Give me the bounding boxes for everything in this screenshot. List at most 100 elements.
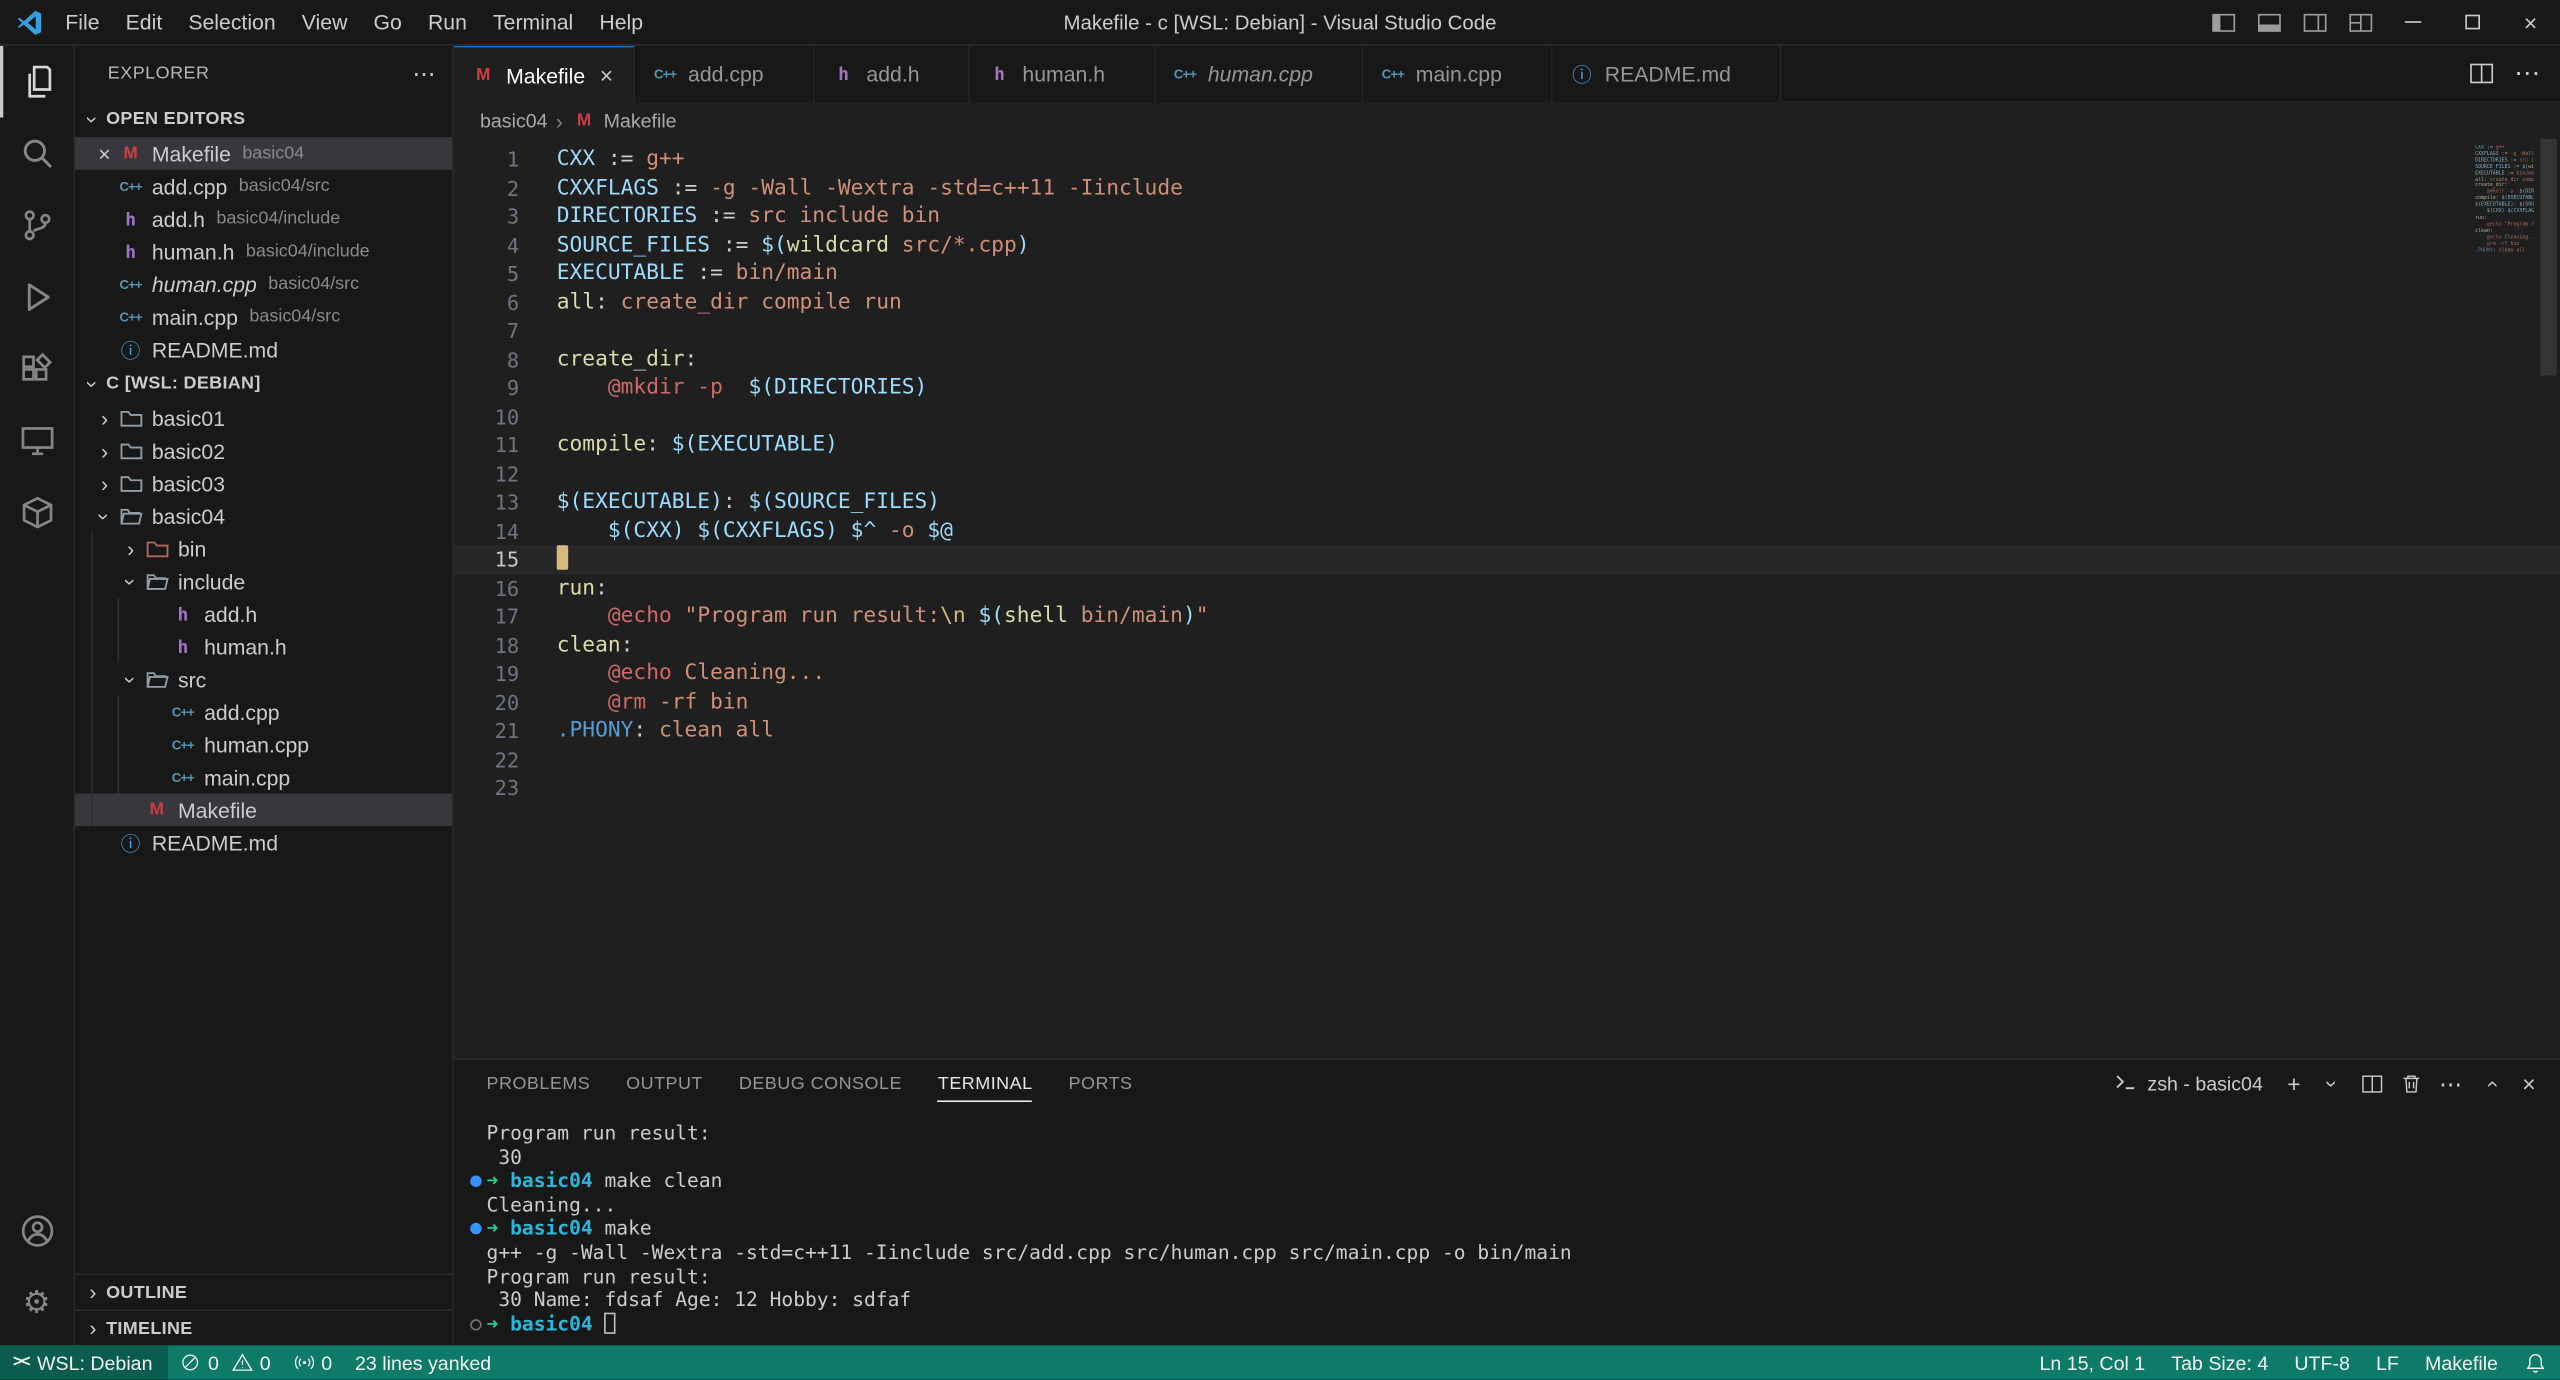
- status-tab-size-4[interactable]: Tab Size: 4: [2158, 1345, 2281, 1379]
- toggle-primary-sidebar-icon[interactable]: [2201, 0, 2247, 45]
- code-line[interactable]: 16run:: [454, 574, 2560, 603]
- tree-item[interactable]: C++human.cpp: [75, 728, 452, 761]
- editor-scrollbar[interactable]: [2537, 139, 2560, 1058]
- tree-item[interactable]: ›basic04: [75, 500, 452, 533]
- panel-tab-output[interactable]: OUTPUT: [626, 1060, 703, 1109]
- code-line[interactable]: 20 @rm -rf bin: [454, 688, 2560, 717]
- code-line[interactable]: 23: [454, 774, 2560, 803]
- code-line[interactable]: 18clean:: [454, 631, 2560, 660]
- tree-item[interactable]: hhuman.h: [75, 630, 452, 663]
- toggle-panel-icon[interactable]: [2247, 0, 2293, 45]
- breadcrumb-segment[interactable]: basic04: [480, 109, 548, 132]
- search-icon[interactable]: [0, 118, 73, 190]
- editor-more-actions-icon[interactable]: ⋯: [2508, 54, 2547, 93]
- close-tab-icon[interactable]: ×: [595, 62, 618, 88]
- terminal-launch-dropdown-icon[interactable]: ›: [2315, 1066, 2351, 1102]
- workspace-root-header[interactable]: › C [WSL: DEBIAN]: [75, 366, 452, 402]
- source-control-icon[interactable]: [0, 189, 73, 261]
- run-debug-icon[interactable]: [0, 261, 73, 333]
- menu-selection[interactable]: Selection: [175, 0, 288, 45]
- code-line[interactable]: 13$(EXECUTABLE): $(SOURCE_FILES): [454, 488, 2560, 517]
- code-line[interactable]: 1CXX := g++: [454, 145, 2560, 174]
- code-line[interactable]: 8create_dir:: [454, 345, 2560, 374]
- editor-tab-human-h[interactable]: hhuman.h×: [970, 46, 1155, 103]
- tree-item[interactable]: C++main.cpp: [75, 761, 452, 794]
- tree-item[interactable]: MMakefile: [75, 793, 452, 826]
- menu-file[interactable]: File: [52, 0, 112, 45]
- open-editor-item[interactable]: ×C++human.cppbasic04/src: [75, 268, 452, 301]
- command-decoration-icon[interactable]: [464, 1217, 487, 1241]
- settings-gear-icon[interactable]: ⚙: [0, 1267, 73, 1339]
- remote-targets-icon[interactable]: [0, 477, 73, 549]
- menu-terminal[interactable]: Terminal: [480, 0, 586, 45]
- extensions-icon[interactable]: [0, 333, 73, 405]
- code-editor[interactable]: 1CXX := g++2CXXFLAGS := -g -Wall -Wextra…: [454, 139, 2560, 1058]
- panel-tab-debug-console[interactable]: DEBUG CONSOLE: [739, 1060, 902, 1109]
- open-editors-header[interactable]: › OPEN EDITORS: [75, 101, 452, 137]
- tree-item[interactable]: hadd.h: [75, 598, 452, 631]
- customize-layout-icon[interactable]: [2338, 0, 2384, 45]
- toggle-secondary-sidebar-icon[interactable]: [2292, 0, 2338, 45]
- account-icon[interactable]: [0, 1195, 73, 1267]
- open-editor-item[interactable]: ×C++add.cppbasic04/src: [75, 170, 452, 203]
- ports-indicator[interactable]: 0: [282, 1345, 344, 1379]
- panel-tab-terminal[interactable]: TERMINAL: [938, 1060, 1033, 1109]
- tree-item[interactable]: ›include: [75, 565, 452, 598]
- code-line[interactable]: 5EXECUTABLE := bin/main: [454, 260, 2560, 289]
- code-line[interactable]: 11compile: $(EXECUTABLE): [454, 431, 2560, 460]
- panel-tab-ports[interactable]: PORTS: [1069, 1060, 1133, 1109]
- maximize-button[interactable]: [2442, 0, 2501, 45]
- panel-tab-problems[interactable]: PROBLEMS: [487, 1060, 591, 1109]
- code-line[interactable]: 9 @mkdir -p $(DIRECTORIES): [454, 374, 2560, 403]
- close-panel-icon[interactable]: ×: [2511, 1066, 2547, 1102]
- scrollbar-thumb[interactable]: [2540, 139, 2556, 376]
- open-editor-item[interactable]: ×ⓘREADME.md: [75, 333, 452, 366]
- editor-tab-main-cpp[interactable]: C++main.cpp×: [1364, 46, 1553, 103]
- menu-help[interactable]: Help: [586, 0, 656, 45]
- minimap[interactable]: CXX := g++CXXFLAGS := -g -Wall -Wextra -…: [2475, 145, 2534, 325]
- status-utf-8[interactable]: UTF-8: [2281, 1345, 2363, 1379]
- code-line[interactable]: 14 $(CXX) $(CXXFLAGS) $^ -o $@: [454, 517, 2560, 546]
- timeline-header[interactable]: › TIMELINE: [75, 1309, 452, 1345]
- menu-run[interactable]: Run: [415, 0, 480, 45]
- code-line[interactable]: 17 @echo "Program run result:\n $(shell …: [454, 602, 2560, 631]
- code-line[interactable]: 10: [454, 402, 2560, 431]
- status-makefile[interactable]: Makefile: [2412, 1345, 2511, 1379]
- command-decoration-icon[interactable]: [464, 1312, 487, 1336]
- command-decoration-icon[interactable]: [464, 1169, 487, 1193]
- outline-header[interactable]: › OUTLINE: [75, 1273, 452, 1309]
- status-lf[interactable]: LF: [2363, 1345, 2412, 1379]
- open-editor-item[interactable]: ×hhuman.hbasic04/include: [75, 235, 452, 268]
- files-icon[interactable]: [0, 46, 73, 118]
- maximize-panel-icon[interactable]: ›: [2472, 1066, 2508, 1102]
- editor-tab-makefile[interactable]: MMakefile×: [454, 46, 636, 103]
- code-line[interactable]: 12: [454, 460, 2560, 489]
- code-line[interactable]: 4SOURCE_FILES := $(wildcard src/*.cpp): [454, 231, 2560, 260]
- editor-tab-readme-md[interactable]: ⓘREADME.md×: [1552, 46, 1781, 103]
- terminal-content[interactable]: Program run result: 30➜ basic04 make cle…: [454, 1109, 2560, 1346]
- remote-indicator[interactable]: >< WSL: Debian: [0, 1345, 169, 1379]
- editor-tab-add-h[interactable]: hadd.h×: [814, 46, 970, 103]
- panel-more-actions-icon[interactable]: ⋯: [2433, 1066, 2469, 1102]
- open-editor-item[interactable]: ×MMakefilebasic04: [75, 137, 452, 170]
- code-line[interactable]: 19 @echo Cleaning...: [454, 660, 2560, 689]
- terminal-profile-selector[interactable]: zsh - basic04: [2105, 1066, 2273, 1102]
- open-editor-item[interactable]: ×C++main.cppbasic04/src: [75, 300, 452, 333]
- breadcrumb-segment[interactable]: MMakefile: [571, 108, 677, 134]
- editor-tab-add-cpp[interactable]: C++add.cpp×: [636, 46, 814, 103]
- code-line[interactable]: 6all: create_dir compile run: [454, 288, 2560, 317]
- new-terminal-icon[interactable]: +: [2276, 1066, 2312, 1102]
- menu-go[interactable]: Go: [360, 0, 414, 45]
- editor-tab-human-cpp[interactable]: C++human.cpp×: [1156, 46, 1364, 103]
- tree-item[interactable]: ›basic03: [75, 467, 452, 500]
- menu-edit[interactable]: Edit: [113, 0, 176, 45]
- close-window-button[interactable]: ×: [2501, 0, 2560, 45]
- explorer-more-actions-icon[interactable]: ⋯: [413, 60, 436, 88]
- tree-item[interactable]: ⓘREADME.md: [75, 826, 452, 859]
- code-line[interactable]: 15: [454, 545, 2560, 574]
- tree-item[interactable]: ›basic01: [75, 402, 452, 435]
- tree-item[interactable]: ›src: [75, 663, 452, 696]
- kill-terminal-icon[interactable]: [2393, 1066, 2429, 1102]
- notifications-bell-icon[interactable]: [2511, 1345, 2560, 1379]
- split-editor-icon[interactable]: [2462, 54, 2501, 93]
